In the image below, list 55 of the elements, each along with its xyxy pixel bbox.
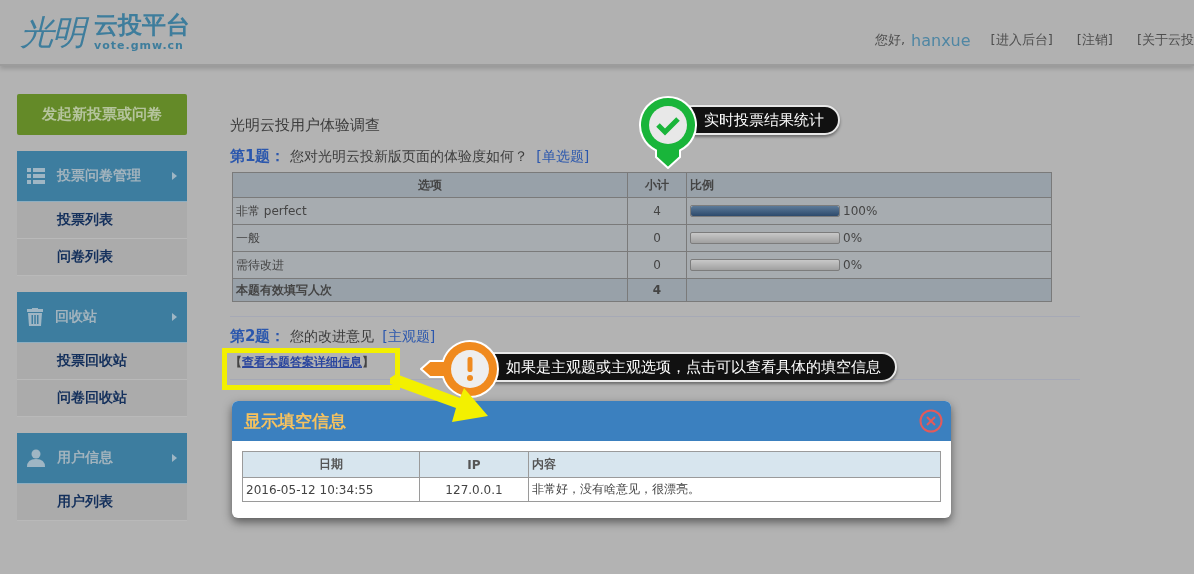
sidebar-group-header[interactable]: 回收站 xyxy=(17,292,187,343)
percent-text: 0% xyxy=(843,258,863,272)
check-pin-icon xyxy=(638,95,698,169)
column-header: 选项 xyxy=(232,172,628,198)
survey-title: 光明云投用户体验调查 xyxy=(230,116,380,135)
sidebar-item[interactable]: 投票回收站 xyxy=(17,343,187,380)
table-cell: 127.0.0.1 xyxy=(419,477,529,502)
sidebar-group-header[interactable]: 投票问卷管理 xyxy=(17,151,187,202)
column-header: IP xyxy=(419,451,529,478)
sidebar-group-title: 回收站 xyxy=(55,308,98,326)
header-link[interactable]: [关于云投 xyxy=(1136,31,1194,49)
logo-name: 云投平台 xyxy=(94,13,190,37)
create-survey-button[interactable]: 发起新投票或问卷 xyxy=(17,94,187,135)
question-type: [单选题] xyxy=(536,148,590,164)
percent-text: 0% xyxy=(843,231,863,245)
sidebar-group-header[interactable]: 用户信息 xyxy=(17,433,187,484)
username: hanxue xyxy=(911,30,971,50)
sidebar-item[interactable]: 投票列表 xyxy=(17,202,187,239)
table-cell: 一般 xyxy=(232,224,628,252)
sidebar-item[interactable]: 问卷回收站 xyxy=(17,380,187,417)
table-cell: 非常好，没有啥意见，很漂亮。 xyxy=(528,477,941,502)
question-text: 您对光明云投新版页面的体验度如何？ xyxy=(289,148,528,164)
table-cell: 需待改进 xyxy=(232,251,628,279)
user-icon xyxy=(27,449,45,467)
dialog-title: 显示填空信息 xyxy=(244,409,346,433)
header-link[interactable]: [进入后台] xyxy=(990,31,1053,49)
column-header: 比例 xyxy=(686,172,1052,198)
close-icon[interactable] xyxy=(919,409,943,433)
question-number: 第1题： xyxy=(230,147,286,165)
table-cell: 本题有效填写人次 xyxy=(232,278,628,302)
bracket-text: 】 xyxy=(362,355,374,369)
column-header: 小计 xyxy=(627,172,687,198)
sidebar-item[interactable]: 用户列表 xyxy=(17,484,187,521)
sidebar-group-title: 用户信息 xyxy=(57,449,114,467)
question-text: 您的改进意见 xyxy=(289,328,374,344)
table-cell: 2016-05-12 10:34:55 xyxy=(242,477,420,502)
table-cell: 非常 perfect xyxy=(232,197,628,225)
logo-mark: 光明 xyxy=(18,9,90,55)
greeting-text: 您好, xyxy=(874,31,906,49)
trash-icon xyxy=(27,308,43,326)
header-link[interactable]: [注销] xyxy=(1076,31,1113,49)
question-type: [主观题] xyxy=(382,328,436,344)
caret-icon xyxy=(172,172,177,180)
sidebar-item[interactable]: 问卷列表 xyxy=(17,239,187,276)
sidebar-group-title: 投票问卷管理 xyxy=(57,167,142,185)
detail-link[interactable]: 查看本题答案详细信息 xyxy=(242,355,362,369)
question-number: 第2题： xyxy=(230,327,286,345)
column-header: 日期 xyxy=(242,451,420,478)
caret-icon xyxy=(172,313,177,321)
column-header: 内容 xyxy=(528,451,941,478)
caret-icon xyxy=(172,454,177,462)
logo-domain: vote.gmw.cn xyxy=(94,40,185,51)
list-icon xyxy=(27,168,45,184)
bracket-text: 【 xyxy=(230,355,242,369)
percent-text: 100% xyxy=(843,204,878,218)
